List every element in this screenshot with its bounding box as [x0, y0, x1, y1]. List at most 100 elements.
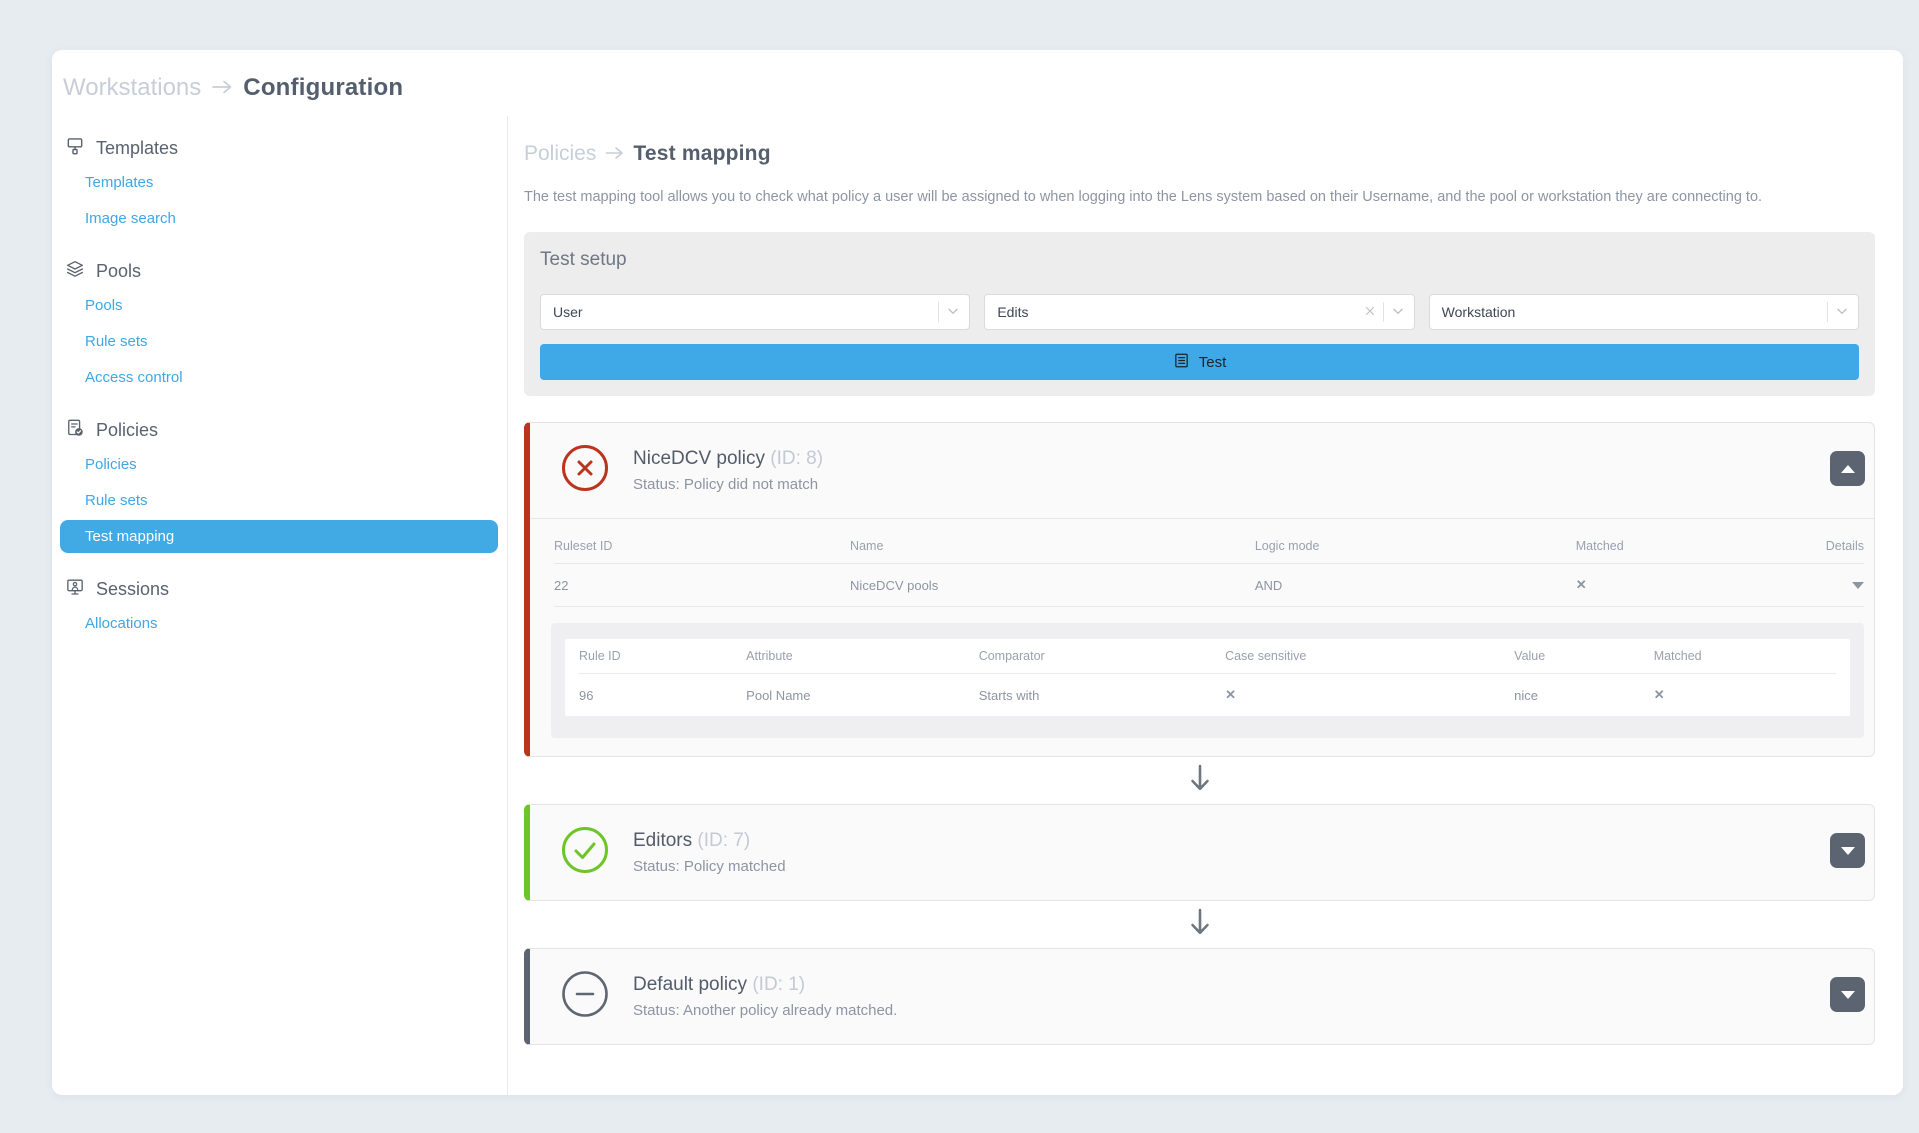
collapse-button[interactable] [1830, 451, 1865, 486]
sidebar-section-pools-header: Pools [52, 259, 507, 284]
select-separator [1383, 302, 1384, 322]
sidebar-section-pools: Pools Pools Rule sets Access control [52, 259, 507, 394]
expand-button[interactable] [1830, 833, 1865, 868]
sidebar-item-label: Image search [85, 210, 176, 227]
matched-circle-icon [560, 825, 610, 880]
select-separator [1827, 302, 1828, 322]
sidebar-item-policies[interactable]: Policies [60, 448, 498, 481]
sidebar-item-label: Rule sets [85, 492, 148, 509]
policy-id: (ID: 8) [770, 448, 823, 469]
sidebar-item-label: Access control [85, 369, 183, 386]
skipped-circle-icon [560, 969, 610, 1024]
column-header: Attribute [746, 639, 979, 673]
sidebar-item-label: Allocations [85, 615, 158, 632]
sidebar-item-access-control[interactable]: Access control [60, 361, 498, 394]
details-caret-icon[interactable] [1852, 582, 1864, 589]
clear-icon[interactable] [1364, 304, 1376, 320]
policy-check-icon [65, 418, 85, 443]
sidebar-item-label: Policies [85, 456, 137, 473]
policy-result-card-default: Default policy (ID: 1) Status: Another p… [524, 948, 1875, 1045]
ruleset-id-cell: 22 [554, 565, 850, 606]
sidebar-item-label: Templates [85, 174, 153, 191]
breadcrumb-parent[interactable]: Workstations [63, 74, 201, 102]
arrow-down-icon [1188, 764, 1212, 797]
policy-select-value: Edits [997, 304, 1363, 320]
user-select[interactable]: User [540, 294, 970, 330]
test-setup-panel: Test setup User Edits [524, 232, 1875, 396]
policy-result-card-nicedcv: NiceDCV policy (ID: 8) Status: Policy di… [524, 422, 1875, 757]
sidebar-item-test-mapping[interactable]: Test mapping [60, 520, 498, 553]
failed-circle-icon [560, 443, 610, 498]
column-header: Logic mode [1255, 529, 1576, 563]
column-header: Matched [1654, 639, 1836, 673]
policy-select[interactable]: Edits [984, 294, 1414, 330]
page-background: Workstations Configuration Templates [0, 0, 1919, 1133]
caret-down-icon [1841, 847, 1855, 855]
caret-down-icon [1841, 991, 1855, 999]
main-breadcrumb-parent[interactable]: Policies [524, 142, 596, 166]
sidebar-section-sessions-header: Sessions [52, 577, 507, 602]
sidebar-item-templates[interactable]: Templates [60, 166, 498, 199]
sidebar-item-policy-rule-sets[interactable]: Rule sets [60, 484, 498, 517]
attribute-cell: Pool Name [746, 675, 979, 716]
rules-table-header: Rule ID Attribute Comparator Case sensit… [579, 639, 1836, 674]
comparator-cell: Starts with [979, 675, 1225, 716]
column-header: Matched [1576, 529, 1799, 563]
sidebar-section-templates-header: Templates [52, 136, 507, 161]
sidebar-item-image-search[interactable]: Image search [60, 202, 498, 235]
chevron-down-icon[interactable] [1835, 304, 1849, 321]
ruleset-table-row: 22 NiceDCV pools AND ✕ [554, 564, 1864, 607]
column-header: Value [1514, 639, 1654, 673]
arrow-right-icon [605, 142, 624, 166]
layers-icon [65, 259, 85, 284]
sidebar-item-label: Rule sets [85, 333, 148, 350]
sidebar-section-policies: Policies Policies Rule sets Test mapping [52, 418, 507, 553]
select-separator [938, 302, 939, 322]
sidebar: Templates Templates Image search [52, 116, 507, 1095]
expand-button[interactable] [1830, 977, 1865, 1012]
flow-connector [524, 757, 1875, 804]
matched-false-icon: ✕ [1576, 564, 1799, 606]
rule-id-cell: 96 [579, 675, 746, 716]
sidebar-section-templates: Templates Templates Image search [52, 136, 507, 235]
sidebar-item-pools[interactable]: Pools [60, 289, 498, 322]
page-title: Configuration [243, 74, 403, 102]
templates-icon [65, 136, 85, 161]
matched-false-icon: ✕ [1654, 674, 1836, 716]
policy-name: Default policy [633, 974, 747, 995]
sidebar-item-label: Pools [85, 297, 123, 314]
column-header: Details [1798, 529, 1864, 563]
sidebar-item-pool-rule-sets[interactable]: Rule sets [60, 325, 498, 358]
rules-table-row: 96 Pool Name Starts with ✕ nice ✕ [579, 674, 1836, 716]
flow-connector [524, 901, 1875, 948]
test-button-label: Test [1199, 354, 1227, 371]
caret-up-icon [1841, 465, 1855, 473]
ruleset-table-header: Ruleset ID Name Logic mode Matched Detai… [554, 529, 1864, 564]
workstation-select[interactable]: Workstation [1429, 294, 1859, 330]
chevron-down-icon[interactable] [946, 304, 960, 321]
sidebar-section-label: Templates [96, 138, 178, 159]
policy-status: Status: Another policy already matched. [633, 1002, 897, 1019]
sidebar-item-allocations[interactable]: Allocations [60, 607, 498, 640]
monitor-user-icon [65, 577, 85, 602]
column-header: Ruleset ID [554, 529, 850, 563]
breadcrumb: Workstations Configuration [52, 50, 1903, 116]
sidebar-section-policies-header: Policies [52, 418, 507, 443]
test-button[interactable]: Test [540, 344, 1859, 380]
policy-id: (ID: 7) [697, 830, 750, 851]
main-content: Policies Test mapping The test mapping t… [508, 116, 1903, 1095]
chevron-down-icon[interactable] [1391, 304, 1405, 321]
clipboard-list-icon [1173, 352, 1190, 373]
rules-panel: Rule ID Attribute Comparator Case sensit… [551, 623, 1864, 738]
main-page-title: Test mapping [633, 142, 770, 166]
sidebar-section-label: Policies [96, 420, 158, 441]
app-window: Workstations Configuration Templates [52, 50, 1903, 1095]
column-header: Case sensitive [1225, 639, 1514, 673]
logic-mode-cell: AND [1255, 565, 1576, 606]
sidebar-section-label: Sessions [96, 579, 169, 600]
sidebar-item-label: Test mapping [85, 528, 174, 545]
column-header: Comparator [979, 639, 1225, 673]
user-select-value: User [553, 304, 931, 320]
policy-status: Status: Policy did not match [633, 476, 823, 493]
policy-name: NiceDCV policy [633, 448, 765, 469]
